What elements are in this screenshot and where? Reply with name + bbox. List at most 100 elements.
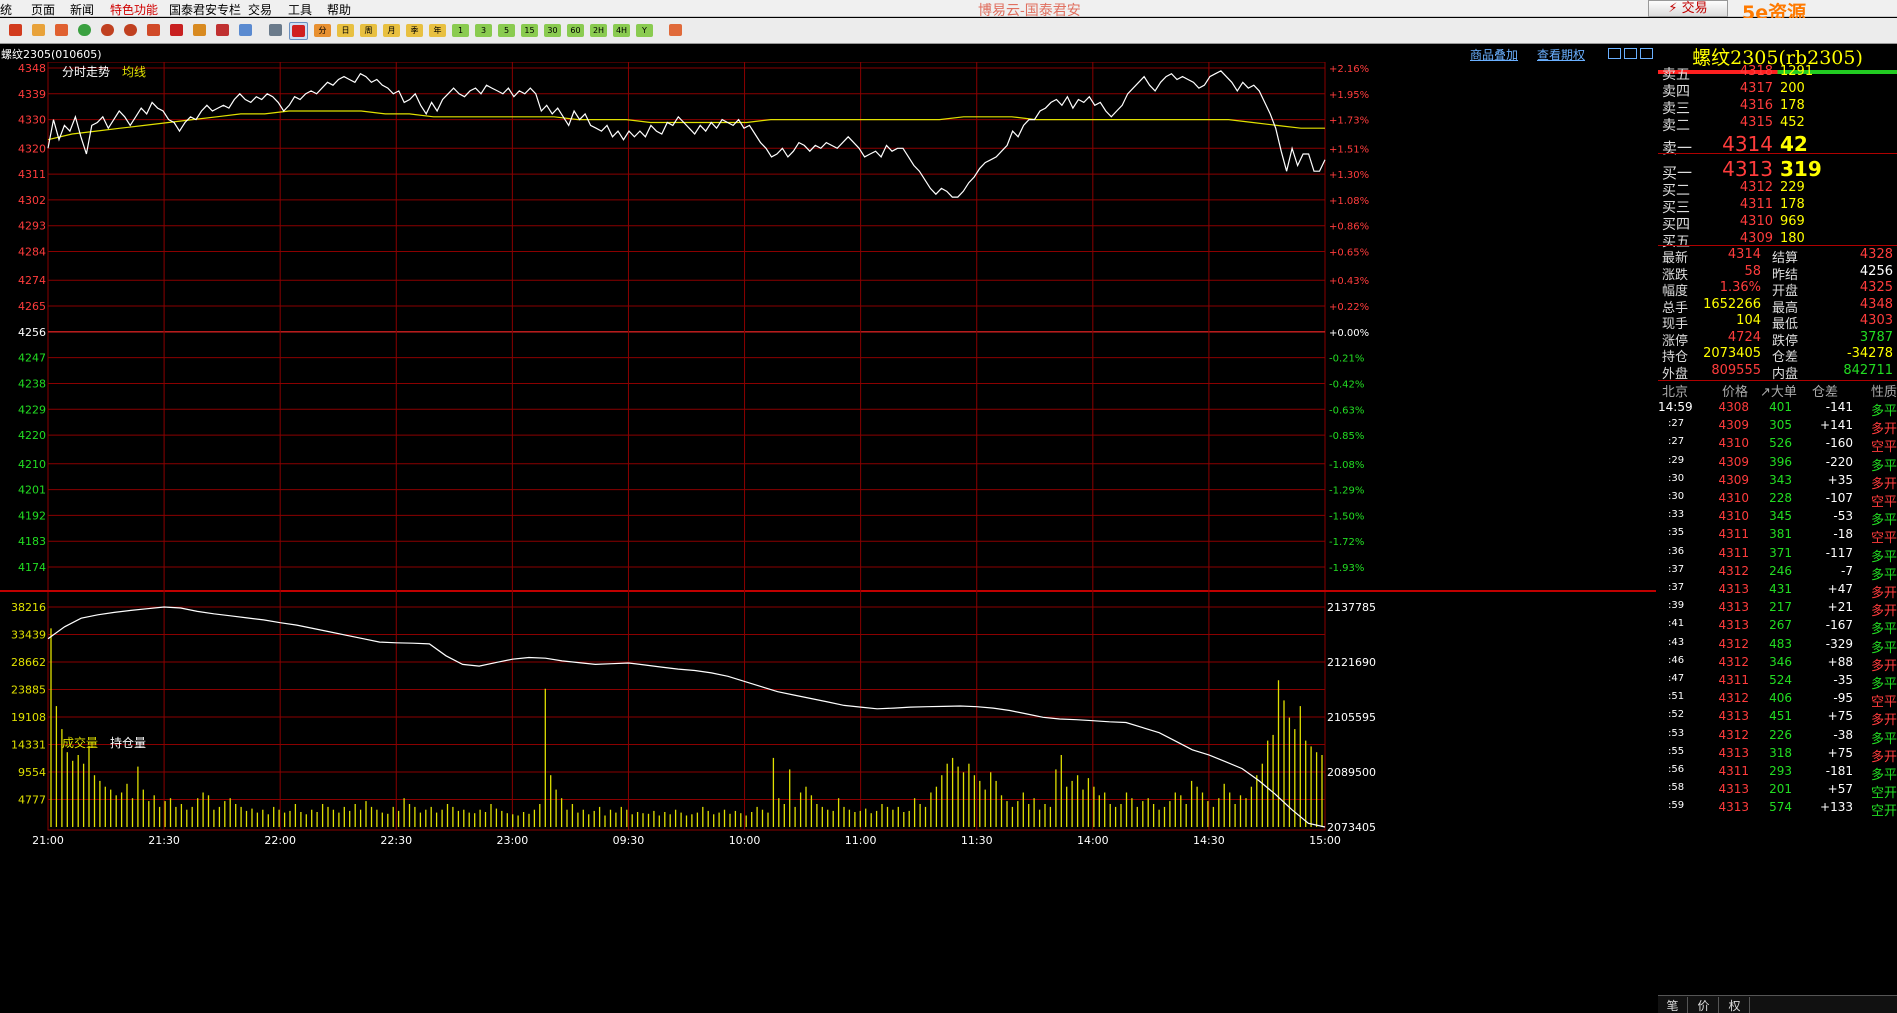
tick-price: 4310 (1718, 491, 1749, 505)
period-3m[interactable]: 3 (475, 22, 494, 40)
period-3m-label: 3 (475, 24, 492, 37)
calculator-button[interactable] (667, 22, 686, 40)
tick-nature: 空平 (1870, 495, 1897, 510)
open-interest-tick-label: 2105595 (1327, 711, 1376, 724)
ask-price: 4317 (1739, 81, 1773, 96)
favorites-button[interactable] (30, 22, 49, 40)
period-30m[interactable]: 30 (544, 22, 563, 40)
tick-row: :53 4312 226 -38 多平 (1658, 727, 1897, 747)
home-button[interactable] (7, 22, 26, 40)
tick-time: :53 (1668, 727, 1685, 739)
menu-item-help[interactable]: 帮助 (327, 1, 351, 18)
zoom-in-button[interactable] (99, 22, 118, 40)
ask-row-2: 卖二 4315 452 (1658, 112, 1897, 134)
window-button[interactable] (145, 22, 164, 40)
tick-price: 4313 (1718, 582, 1749, 596)
period-1m[interactable]: 1 (452, 22, 471, 40)
price-tick-label: 4174 (18, 561, 46, 574)
table-button[interactable] (267, 22, 286, 40)
period-4h[interactable]: 4H (613, 22, 632, 40)
menu-item-gtja-column[interactable]: 国泰君安专栏 (169, 1, 241, 18)
price-tick-label: 4320 (18, 142, 46, 155)
period-season[interactable]: 季 (406, 22, 425, 40)
period-week[interactable]: 周 (360, 22, 379, 40)
view-options-link[interactable]: 查看期权 (1537, 46, 1585, 63)
open-interest-tick-label: 2089500 (1327, 766, 1376, 779)
bid-price: 4309 (1739, 231, 1773, 246)
tick-volume: 246 (1769, 563, 1792, 578)
layout-2-icon[interactable] (1624, 48, 1637, 59)
tick-nature: 多平 (1870, 567, 1897, 583)
tick-volume: 226 (1769, 727, 1792, 742)
price-tick-label: 4192 (18, 509, 46, 522)
tick-oi-change: +57 (1827, 782, 1853, 797)
tick-volume: 293 (1769, 764, 1792, 778)
layout-3-icon[interactable] (1640, 48, 1653, 59)
menu-item-page[interactable]: 页面 (31, 1, 55, 18)
draw-button[interactable] (168, 22, 187, 40)
news-button[interactable] (53, 22, 72, 40)
price-tick-label: 4330 (18, 114, 46, 127)
time-tick-label: 11:00 (845, 834, 877, 847)
tick-oi-change: -107 (1825, 491, 1853, 505)
indicator-button[interactable] (191, 22, 210, 40)
open-interest-legend: 持仓量 (110, 735, 146, 750)
tick-price: 4312 (1718, 636, 1749, 651)
period-15m[interactable]: 15 (521, 22, 540, 40)
tick-volume: 483 (1769, 636, 1792, 651)
tab-price[interactable]: 价 (1689, 997, 1719, 1013)
window-icon (147, 24, 160, 36)
tick-price: 4309 (1718, 454, 1749, 469)
period-year[interactable]: 年 (429, 22, 448, 40)
new-button[interactable] (237, 22, 256, 40)
tool-button[interactable] (214, 22, 233, 40)
intraday-chart-button[interactable] (289, 22, 308, 40)
tick-price: 4312 (1718, 691, 1749, 706)
tick-oi-change: -18 (1833, 527, 1853, 542)
menu-item-trade[interactable]: 交易 (248, 1, 272, 18)
refresh-button[interactable] (76, 22, 95, 40)
tick-row: :33 4310 345 -53 多平 (1658, 508, 1897, 528)
ask-volume: 1291 (1780, 64, 1814, 79)
tick-time: :58 (1668, 782, 1685, 794)
tick-oi-change: -117 (1825, 545, 1853, 560)
menu-item-system[interactable]: 统 (0, 1, 12, 18)
tick-time: :43 (1668, 636, 1685, 648)
trade-button[interactable]: ⚡ 交易 (1648, 0, 1728, 17)
period-1m-label: 1 (452, 24, 469, 37)
menu-item-tools[interactable]: 工具 (288, 1, 312, 18)
tick-row: :36 4311 371 -117 多平 (1658, 545, 1897, 565)
tick-oi-change: -167 (1825, 618, 1853, 633)
percent-tick-label: +1.73% (1329, 116, 1369, 127)
tick-time: :46 (1668, 654, 1685, 666)
period-day[interactable]: 日 (337, 22, 356, 40)
menu-item-news[interactable]: 新闻 (70, 1, 94, 18)
tick-oi-change: +35 (1827, 472, 1853, 487)
period-5m[interactable]: 5 (498, 22, 517, 40)
period-custom[interactable]: Y (636, 22, 655, 40)
bid-volume: 180 (1780, 231, 1805, 246)
percent-tick-label: -0.85% (1329, 431, 1364, 442)
pen-icon (170, 24, 183, 36)
intraday-chart[interactable]: 4348 4339 4330 4320 4311 4302 4293 4284 4274 4265… (0, 62, 1656, 1013)
period-min[interactable]: 分 (314, 22, 333, 40)
zoom-out-button[interactable] (122, 22, 141, 40)
period-month[interactable]: 月 (383, 22, 402, 40)
tick-time: :27 (1668, 418, 1685, 430)
tick-nature: 多开 (1870, 476, 1897, 492)
tick-volume: 305 (1769, 418, 1792, 433)
period-2h[interactable]: 2H (590, 22, 609, 40)
tick-volume: 526 (1769, 436, 1792, 451)
tab-options[interactable]: 权 (1720, 997, 1750, 1013)
layout-1-icon[interactable] (1608, 48, 1621, 59)
commodity-overlay-link[interactable]: 商品叠加 (1470, 46, 1518, 63)
period-60m-label: 60 (567, 24, 584, 37)
tab-ticks[interactable]: 笔 (1658, 997, 1688, 1013)
tick-header-time: 北京 (1662, 385, 1689, 400)
period-60m[interactable]: 60 (567, 22, 586, 40)
tick-nature: 多平 (1870, 622, 1897, 638)
price-tick-label: 4348 (18, 62, 46, 75)
tick-price: 4313 (1718, 800, 1749, 815)
menu-item-features[interactable]: 特色功能 (110, 1, 158, 18)
period-min-label: 分 (314, 24, 331, 37)
